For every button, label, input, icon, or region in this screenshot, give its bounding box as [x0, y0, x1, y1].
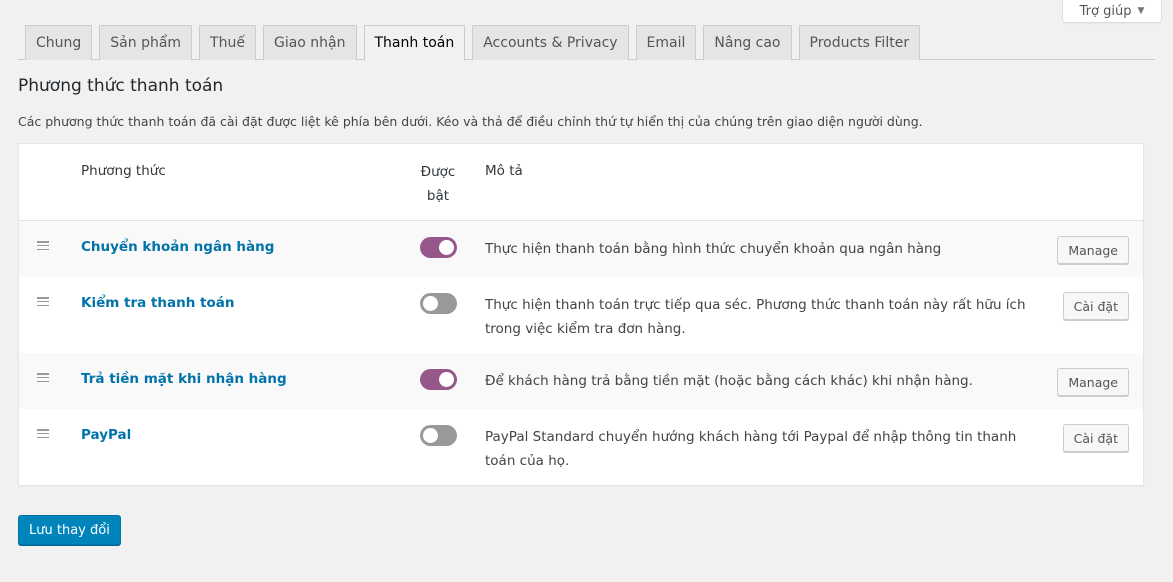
payment-gateways-table: Phương thức Được bật Mô tả Chuyển khoản …	[18, 143, 1144, 486]
page-title: Phương thức thanh toán	[18, 76, 224, 96]
manage-button[interactable]: Manage	[1057, 368, 1129, 396]
tab-san-pham[interactable]: Sản phẩm	[99, 25, 193, 60]
table-row: PayPal PayPal Standard chuyển hướng khác…	[19, 409, 1143, 485]
manage-button[interactable]: Manage	[1057, 236, 1129, 264]
tab-accounts-privacy[interactable]: Accounts & Privacy	[472, 25, 629, 60]
tab-email[interactable]: Email	[635, 25, 697, 60]
enabled-toggle[interactable]	[420, 425, 457, 446]
column-header-description: Mô tả	[485, 163, 523, 179]
tab-giao-nhan[interactable]: Giao nhận	[262, 25, 357, 60]
caret-down-icon: ▼	[1137, 6, 1145, 16]
column-header-method: Phương thức	[81, 163, 166, 179]
gateway-name-link[interactable]: Chuyển khoản ngân hàng	[81, 239, 274, 255]
table-row: Kiểm tra thanh toán Thực hiện thanh toán…	[19, 277, 1143, 353]
settings-tabs: Chung Sản phẩm Thuế Giao nhận Thanh toán…	[18, 25, 1155, 61]
tab-thanh-toan[interactable]: Thanh toán	[363, 25, 466, 61]
table-row: Chuyển khoản ngân hàng Thực hiện thanh t…	[19, 221, 1143, 277]
column-header-enabled-line1: Được	[420, 164, 456, 180]
gateway-description: Thực hiện thanh toán bằng hình thức chuy…	[485, 241, 942, 257]
setup-button[interactable]: Cài đặt	[1062, 292, 1129, 320]
table-header: Phương thức Được bật Mô tả	[19, 144, 1143, 221]
gateway-name-link[interactable]: Trả tiền mặt khi nhận hàng	[81, 371, 287, 387]
drag-handle-icon[interactable]	[37, 297, 49, 306]
gateway-description: PayPal Standard chuyển hướng khách hàng …	[485, 429, 1017, 469]
column-header-enabled: Được bật	[413, 160, 463, 208]
tab-chung[interactable]: Chung	[25, 25, 93, 60]
gateway-description: Để khách hàng trả bằng tiền mặt (hoặc bằ…	[485, 373, 973, 389]
gateway-name-link[interactable]: Kiểm tra thanh toán	[81, 295, 234, 311]
tab-nang-cao[interactable]: Nâng cao	[703, 25, 792, 60]
drag-handle-icon[interactable]	[37, 241, 49, 250]
setup-button[interactable]: Cài đặt	[1062, 424, 1129, 452]
enabled-toggle[interactable]	[420, 237, 457, 258]
tab-thue[interactable]: Thuế	[199, 25, 256, 60]
drag-handle-icon[interactable]	[37, 373, 49, 382]
help-button[interactable]: Trợ giúp ▼	[1062, 0, 1162, 23]
gateway-description: Thực hiện thanh toán trực tiếp qua séc. …	[485, 297, 1026, 337]
section-description: Các phương thức thanh toán đã cài đặt đư…	[18, 114, 923, 129]
help-label: Trợ giúp	[1079, 3, 1132, 19]
save-changes-button[interactable]: Lưu thay đổi	[18, 515, 121, 545]
enabled-toggle[interactable]	[420, 369, 457, 390]
table-row: Trả tiền mặt khi nhận hàng Để khách hàng…	[19, 353, 1143, 409]
enabled-toggle[interactable]	[420, 293, 457, 314]
tab-products-filter[interactable]: Products Filter	[798, 25, 921, 60]
drag-handle-icon[interactable]	[37, 429, 49, 438]
column-header-enabled-line2: bật	[426, 188, 450, 204]
gateway-name-link[interactable]: PayPal	[81, 427, 131, 443]
